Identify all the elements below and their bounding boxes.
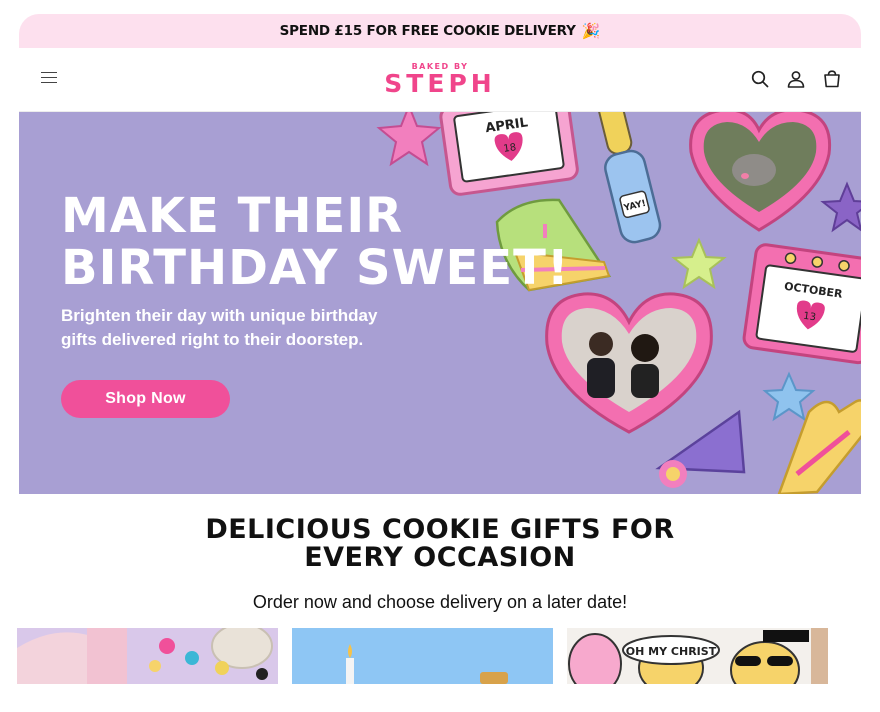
- page: SPEND £15 FOR FREE COOKIE DELIVERY 🎉 BAK…: [19, 14, 861, 712]
- october-calendar-cookie: OCTOBER 13: [742, 243, 861, 365]
- april-calendar-cookie: APRIL 18: [439, 112, 579, 196]
- announcement-text: SPEND £15 FOR FREE COOKIE DELIVERY: [279, 23, 576, 39]
- couple-photo-heart-cookie: [545, 292, 713, 434]
- april-day-text: 18: [503, 142, 517, 155]
- purple-star-cookie: [820, 181, 861, 233]
- hero-banner: APRIL 18 YAY! OCTOBER 13 MAKE THEIR BIRT…: [19, 112, 861, 494]
- hero-title: MAKE THEIR BIRTHDAY SWEET!: [61, 188, 570, 296]
- gift-card[interactable]: [17, 628, 278, 684]
- blue-star-cookie: [762, 371, 816, 422]
- logo[interactable]: BAKED BY STEPH: [384, 62, 495, 97]
- birthday-card-image: [292, 628, 553, 684]
- section-subtitle: Order now and choose delivery on a later…: [252, 592, 628, 612]
- hero-cookies-image: APRIL 18 YAY! OCTOBER 13: [376, 112, 861, 494]
- october-day-text: 13: [802, 311, 816, 324]
- hand-cookie: [777, 399, 861, 494]
- green-star-cookie: [671, 237, 727, 290]
- section-title: DELICIOUS COOKIE GIFTS FOR EVERY OCCASIO…: [205, 514, 675, 573]
- logo-big-text: STEPH: [384, 69, 496, 98]
- party-hat-cookie: [655, 409, 746, 488]
- header-icons: [749, 68, 843, 90]
- pink-star-cookie: [376, 112, 442, 167]
- shop-now-button[interactable]: Shop Now: [61, 380, 230, 418]
- birthday-card[interactable]: [292, 628, 553, 684]
- celebrity-card[interactable]: OH MY CHRIST: [567, 628, 828, 684]
- account-icon[interactable]: [785, 68, 807, 90]
- menu-icon[interactable]: [39, 68, 61, 90]
- dog-photo-heart-cookie: [689, 112, 832, 232]
- cart-icon[interactable]: [821, 68, 843, 90]
- celebrity-card-image: OH MY CHRIST: [567, 628, 828, 684]
- site-header: BAKED BY STEPH: [19, 48, 861, 112]
- category-cards: OH MY CHRIST: [17, 628, 828, 684]
- bottle-cookie: YAY!: [596, 112, 662, 244]
- party-popper-icon: 🎉: [581, 23, 601, 40]
- celebrity-card-text: OH MY CHRIST: [626, 645, 717, 658]
- hero-subtitle: Brighten their day with unique birthday …: [61, 306, 378, 349]
- search-icon[interactable]: [749, 68, 771, 90]
- announcement-bar[interactable]: SPEND £15 FOR FREE COOKIE DELIVERY 🎉: [19, 14, 861, 48]
- gift-card-image: [17, 628, 278, 684]
